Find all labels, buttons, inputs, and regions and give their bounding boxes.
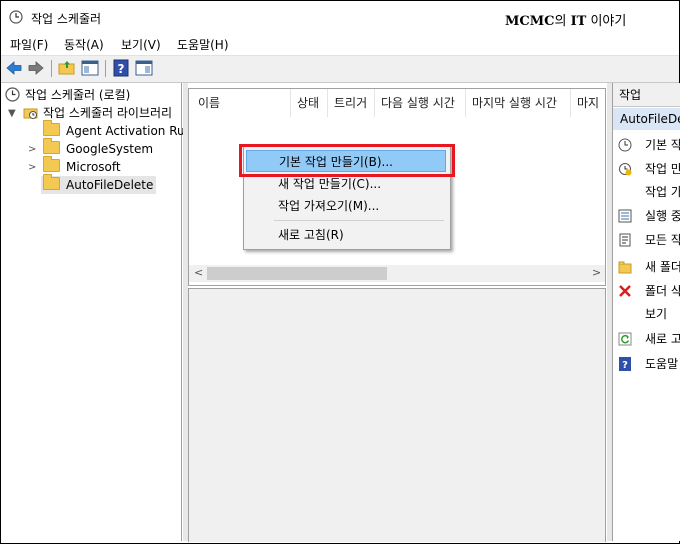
history-icon (619, 233, 631, 247)
watermark-it: IT (570, 14, 587, 29)
forward-arrow-icon[interactable] (27, 59, 45, 77)
tree-item-autofiledelete[interactable]: AutoFileDelete (41, 174, 157, 194)
action-label: 폴더 삭제 (645, 284, 680, 298)
folder-icon (43, 174, 60, 190)
refresh-icon (618, 332, 632, 346)
column-name[interactable]: 이름 (192, 89, 291, 117)
action-label: 기본 작업 만들기... (645, 138, 680, 152)
menu-view[interactable]: 보기(V) (121, 36, 161, 53)
action-label: 도움말 (645, 357, 679, 371)
action-pane-icon[interactable] (135, 59, 153, 77)
menu-import-task[interactable]: 작업 가져오기(M)... (246, 195, 446, 217)
column-status[interactable]: 상태 (291, 89, 328, 117)
action-label: 새로 고침 (645, 332, 680, 346)
clock-icon (5, 87, 20, 102)
help-icon: ? (619, 357, 631, 371)
toolbar: ? (1, 56, 679, 83)
column-trigger[interactable]: 트리거 (328, 89, 375, 117)
action-label: 작업 만들기... (645, 162, 680, 176)
svg-text:?: ? (622, 360, 628, 371)
actions-pane: 작업 AutoFileDelete 기본 작업 만들기... 작업 만들기...… (612, 83, 680, 541)
tree-item-microsoft[interactable]: Microsoft (43, 156, 121, 176)
title-bar: 작업 스케줄러 MCMC의 IT 이야기 (1, 1, 679, 33)
action-label: 새 폴더... (645, 260, 680, 274)
chevron-right-icon[interactable]: > (28, 162, 36, 173)
action-label: 보기 (645, 307, 668, 321)
tree-library-label: 작업 스케줄러 라이브러리 (43, 106, 173, 120)
help-icon[interactable]: ? (112, 59, 130, 77)
tree-item-label: Microsoft (66, 160, 121, 174)
folder-icon (43, 120, 60, 136)
menu-action[interactable]: 동작(A) (64, 36, 104, 53)
toolbar-separator (105, 60, 106, 77)
tree-item-label: AutoFileDelete (66, 178, 154, 192)
chevron-right-icon[interactable]: > (28, 144, 36, 155)
folder-icon (43, 156, 60, 172)
folder-icon (43, 138, 60, 154)
tree-item-label: Agent Activation Run (66, 124, 193, 138)
task-detail-pane (188, 288, 606, 542)
column-header: 이름 상태 트리거 다음 실행 시간 마지막 실행 시간 마지 (189, 89, 605, 117)
menu-refresh[interactable]: 새로 고침(R) (246, 224, 446, 246)
show-hide-pane-icon[interactable] (81, 59, 99, 77)
scroll-left-icon[interactable]: < (194, 266, 203, 279)
horizontal-scrollbar[interactable]: < > (189, 265, 605, 282)
watermark: MCMC의 IT 이야기 (505, 10, 626, 29)
actions-header: 작업 (613, 83, 680, 107)
list-icon (618, 209, 632, 223)
scroll-right-icon[interactable]: > (592, 266, 601, 279)
menu-bar: 파일(F) 동작(A) 보기(V) 도움말(H) (1, 33, 679, 56)
clock-icon (9, 10, 23, 24)
svg-text:?: ? (118, 62, 125, 76)
tree-item-label: GoogleSystem (66, 142, 154, 156)
back-arrow-icon[interactable] (5, 59, 23, 77)
menu-file[interactable]: 파일(F) (10, 36, 48, 53)
window-title: 작업 스케줄러 (31, 12, 102, 26)
action-label: 작업 가져오기... (645, 185, 680, 199)
navigation-tree: 작업 스케줄러 (로컬) ▼ 작업 스케줄러 라이브러리 Agent Activ… (1, 83, 192, 541)
column-last-run[interactable]: 마지막 실행 시간 (466, 89, 571, 117)
task-new-icon (619, 163, 632, 176)
menu-help[interactable]: 도움말(H) (177, 36, 229, 53)
clock-icon (618, 138, 632, 152)
tree-item-googlesystem[interactable]: GoogleSystem (43, 138, 154, 158)
action-label: 모든 작업 기록 사용 (645, 233, 680, 247)
folder-up-icon[interactable] (58, 59, 76, 77)
scroll-thumb[interactable] (207, 267, 387, 280)
toolbar-separator (51, 60, 52, 77)
folder-icon (618, 261, 632, 274)
actions-subheader[interactable]: AutoFileDelete (613, 108, 680, 130)
watermark-brand: MCMC (505, 14, 555, 29)
tree-item-agent-activation[interactable]: Agent Activation Run (43, 120, 193, 140)
watermark-mid: 의 (554, 14, 571, 29)
delete-icon (619, 285, 631, 297)
tree-root[interactable]: 작업 스케줄러 (로컬) (5, 86, 130, 104)
action-label: 실행 중인 모든 작업 표시 (645, 209, 680, 223)
highlight-annotation-box (239, 144, 455, 177)
menu-separator (274, 220, 444, 221)
watermark-suffix: 이야기 (586, 14, 627, 29)
library-folder-icon (23, 108, 38, 119)
tree-root-label: 작업 스케줄러 (로컬) (25, 88, 131, 102)
chevron-down-icon[interactable]: ▼ (8, 108, 16, 119)
column-last-result[interactable]: 마지 (571, 89, 605, 117)
column-next-run[interactable]: 다음 실행 시간 (375, 89, 466, 117)
